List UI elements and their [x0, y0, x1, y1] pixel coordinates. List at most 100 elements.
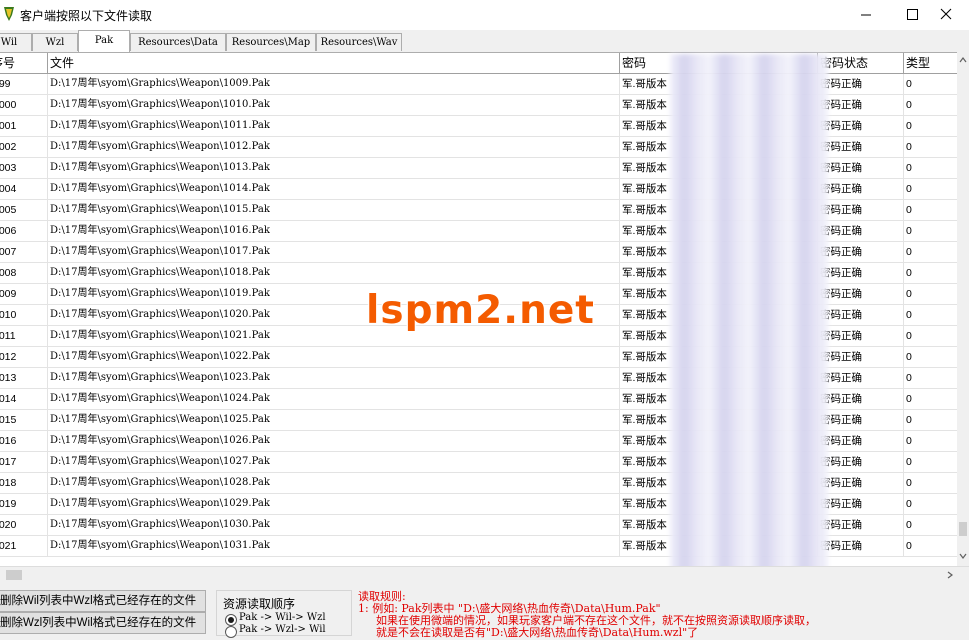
- order-radio-pak-wzl-wil[interactable]: [225, 626, 237, 638]
- cell-file: D:\17周年\syom\Graphics\Weapon\1023.Pak: [48, 368, 620, 389]
- cell-type: 0: [904, 305, 958, 326]
- cell-index: 1000: [0, 95, 48, 116]
- close-icon: [940, 8, 952, 20]
- cell-file: D:\17周年\syom\Graphics\Weapon\1030.Pak: [48, 515, 620, 536]
- cell-status: 密码正确: [818, 284, 904, 305]
- window-title: 客户端按照以下文件读取: [20, 9, 153, 23]
- delete-wzl-in-wil-button[interactable]: 删除Wzl列表中Wil格式已经存在的文件: [0, 612, 206, 634]
- cell-status: 密码正确: [818, 242, 904, 263]
- cell-file: D:\17周年\syom\Graphics\Weapon\1029.Pak: [48, 494, 620, 515]
- cell-status: 密码正确: [818, 158, 904, 179]
- cell-index: 1015: [0, 410, 48, 431]
- cell-index: 1006: [0, 221, 48, 242]
- cell-file: D:\17周年\syom\Graphics\Weapon\1014.Pak: [48, 179, 620, 200]
- cell-status: 密码正确: [818, 389, 904, 410]
- cell-index: 1001: [0, 116, 48, 137]
- vertical-scrollbar[interactable]: [957, 52, 969, 566]
- cell-type: 0: [904, 221, 958, 242]
- cell-type: 0: [904, 200, 958, 221]
- radio-selected-icon: [228, 617, 234, 623]
- order-radio-pak-wil-wzl[interactable]: [225, 614, 237, 626]
- cell-index: 1013: [0, 368, 48, 389]
- app-icon: [4, 7, 14, 21]
- cell-type: 0: [904, 179, 958, 200]
- cell-file: D:\17周年\syom\Graphics\Weapon\1027.Pak: [48, 452, 620, 473]
- cell-type: 0: [904, 242, 958, 263]
- cell-status: 密码正确: [818, 536, 904, 557]
- order-option-pak-wil-wzl[interactable]: Pak -> Wil-> Wzl: [239, 612, 326, 623]
- vertical-scroll-thumb[interactable]: [959, 522, 967, 536]
- cell-status: 密码正确: [818, 431, 904, 452]
- close-button[interactable]: [923, 0, 969, 30]
- cell-type: 0: [904, 137, 958, 158]
- cell-file: D:\17周年\syom\Graphics\Weapon\1013.Pak: [48, 158, 620, 179]
- cell-index: 1012: [0, 347, 48, 368]
- scroll-right-icon[interactable]: [944, 569, 956, 581]
- cell-file: D:\17周年\syom\Graphics\Weapon\1031.Pak: [48, 536, 620, 557]
- cell-index: 1020: [0, 515, 48, 536]
- cell-type: 0: [904, 515, 958, 536]
- header-index[interactable]: 序号: [0, 53, 48, 74]
- cell-index: 1018: [0, 473, 48, 494]
- tab-wzl[interactable]: Wzl: [32, 33, 78, 51]
- cell-status: 密码正确: [818, 95, 904, 116]
- cell-status: 密码正确: [818, 116, 904, 137]
- cell-status: 密码正确: [818, 179, 904, 200]
- cell-status: 密码正确: [818, 305, 904, 326]
- cell-index: 1016: [0, 431, 48, 452]
- cell-index: 1008: [0, 263, 48, 284]
- cell-status: 密码正确: [818, 515, 904, 536]
- header-status[interactable]: 密码状态: [818, 53, 904, 74]
- cell-type: 0: [904, 494, 958, 515]
- tab-pak[interactable]: Pak: [78, 30, 130, 52]
- title-bar: 客户端按照以下文件读取: [0, 0, 969, 30]
- read-order-title: 资源读取顺序: [222, 595, 297, 612]
- cell-type: 0: [904, 116, 958, 137]
- cell-type: 0: [904, 326, 958, 347]
- cell-type: 0: [904, 368, 958, 389]
- cell-index: 999: [0, 74, 48, 95]
- scroll-up-icon[interactable]: [957, 54, 969, 66]
- header-type[interactable]: 类型: [904, 53, 958, 74]
- cell-file: D:\17周年\syom\Graphics\Weapon\1024.Pak: [48, 389, 620, 410]
- cell-file: D:\17周年\syom\Graphics\Weapon\1011.Pak: [48, 116, 620, 137]
- cell-file: D:\17周年\syom\Graphics\Weapon\1026.Pak: [48, 431, 620, 452]
- watermark: lspm2.net: [366, 288, 595, 333]
- cell-index: 1014: [0, 389, 48, 410]
- cell-index: 1005: [0, 200, 48, 221]
- cell-index: 1009: [0, 284, 48, 305]
- cell-file: D:\17周年\syom\Graphics\Weapon\1016.Pak: [48, 221, 620, 242]
- cell-type: 0: [904, 158, 958, 179]
- scroll-down-icon[interactable]: [957, 550, 969, 562]
- minimize-button[interactable]: [843, 0, 889, 30]
- cell-status: 密码正确: [818, 494, 904, 515]
- cell-type: 0: [904, 263, 958, 284]
- cell-type: 0: [904, 389, 958, 410]
- header-file[interactable]: 文件: [48, 53, 620, 74]
- cell-file: D:\17周年\syom\Graphics\Weapon\1009.Pak: [48, 74, 620, 95]
- tab-resources-data[interactable]: Resources\Data: [130, 33, 226, 51]
- cell-status: 密码正确: [818, 221, 904, 242]
- cell-index: 1011: [0, 326, 48, 347]
- cell-index: 1021: [0, 536, 48, 557]
- cell-status: 密码正确: [818, 368, 904, 389]
- tab-resources-map[interactable]: Resources\Map: [226, 33, 316, 51]
- cell-type: 0: [904, 284, 958, 305]
- cell-file: D:\17周年\syom\Graphics\Weapon\1025.Pak: [48, 410, 620, 431]
- horizontal-scroll-thumb[interactable]: [6, 570, 22, 580]
- cell-index: 1007: [0, 242, 48, 263]
- cell-type: 0: [904, 410, 958, 431]
- cell-index: 1010: [0, 305, 48, 326]
- cell-type: 0: [904, 452, 958, 473]
- tab-resources-wav[interactable]: Resources\Wav: [316, 33, 402, 51]
- rules-line-3: 就是不会在读取是否有"D:\盛大网络\热血传奇\Data\Hum.wzl"了: [376, 626, 699, 639]
- cell-file: D:\17周年\syom\Graphics\Weapon\1022.Pak: [48, 347, 620, 368]
- cell-type: 0: [904, 431, 958, 452]
- tab-wil[interactable]: Wil: [0, 33, 32, 51]
- horizontal-scrollbar[interactable]: [0, 566, 969, 583]
- cell-status: 密码正确: [818, 74, 904, 95]
- cell-status: 密码正确: [818, 137, 904, 158]
- cell-type: 0: [904, 95, 958, 116]
- delete-wil-in-wzl-button[interactable]: 删除Wil列表中Wzl格式已经存在的文件: [0, 590, 206, 612]
- cell-file: D:\17周年\syom\Graphics\Weapon\1012.Pak: [48, 137, 620, 158]
